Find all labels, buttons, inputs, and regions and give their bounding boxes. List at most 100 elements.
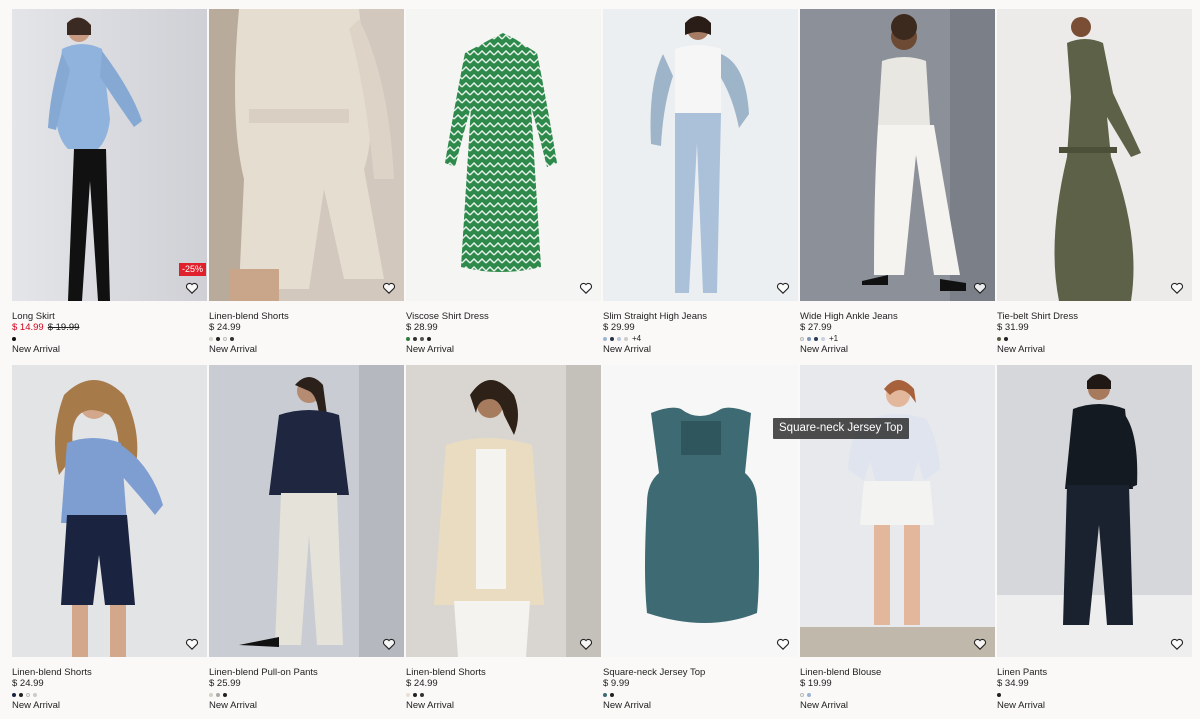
price-row: $ 28.99: [406, 322, 601, 333]
product-image[interactable]: [800, 365, 995, 657]
color-swatch[interactable]: [406, 336, 410, 341]
color-swatch[interactable]: [610, 692, 614, 697]
product-name[interactable]: Linen-blend Shorts: [209, 311, 404, 322]
product-image[interactable]: [997, 9, 1192, 301]
color-swatch[interactable]: [33, 692, 37, 697]
color-swatch[interactable]: [420, 692, 424, 697]
product-price: $ 19.99: [800, 678, 832, 689]
product-card[interactable]: Linen-blend Shorts $ 24.99 New Arrival: [209, 9, 404, 365]
product-name[interactable]: Linen-blend Shorts: [406, 667, 601, 678]
product-card[interactable]: -25% Long Skirt $ 14.99 $ 19.99 New Arrival: [12, 9, 207, 365]
product-card[interactable]: Linen-blend Shorts $ 24.99 New Arrival: [406, 365, 601, 719]
color-swatch[interactable]: [406, 692, 410, 697]
color-swatch[interactable]: [26, 692, 30, 697]
price-row: $ 24.99: [12, 678, 207, 689]
color-swatch[interactable]: [807, 692, 811, 697]
color-swatch[interactable]: [420, 336, 424, 341]
color-swatch[interactable]: [800, 692, 804, 697]
product-image[interactable]: [406, 365, 601, 657]
color-swatch[interactable]: [209, 336, 213, 341]
product-price: $ 28.99: [406, 322, 438, 333]
product-name[interactable]: Linen-blend Shorts: [12, 667, 207, 678]
color-swatch[interactable]: [209, 692, 213, 697]
heart-icon[interactable]: [382, 281, 396, 295]
product-image[interactable]: [800, 9, 995, 301]
product-image[interactable]: [209, 365, 404, 657]
product-card[interactable]: Linen-blend Pull-on Pants $ 25.99 New Arri…: [209, 365, 404, 719]
product-image[interactable]: [209, 9, 404, 301]
color-swatch[interactable]: [807, 336, 811, 341]
color-swatch[interactable]: [617, 336, 621, 341]
price-row: $ 9.99: [603, 678, 798, 689]
product-price: $ 24.99: [406, 678, 438, 689]
product-name[interactable]: Tie-belt Shirt Dress: [997, 311, 1192, 322]
color-swatches: [800, 690, 995, 699]
new-arrival-label: New Arrival: [603, 344, 652, 355]
color-swatch[interactable]: [814, 336, 818, 341]
product-image[interactable]: -25%: [12, 9, 207, 301]
color-swatch[interactable]: [624, 336, 628, 341]
product-name[interactable]: Linen-blend Pull-on Pants: [209, 667, 404, 678]
color-swatch[interactable]: [223, 336, 227, 341]
heart-icon[interactable]: [973, 637, 987, 651]
product-name[interactable]: Linen Pants: [997, 667, 1192, 678]
heart-icon[interactable]: [579, 637, 593, 651]
product-card[interactable]: Viscose Shirt Dress $ 28.99 New Arrival: [406, 9, 601, 365]
color-swatch[interactable]: [603, 336, 607, 341]
color-swatch[interactable]: [216, 692, 220, 697]
heart-icon[interactable]: [579, 281, 593, 295]
product-card[interactable]: Linen Pants $ 34.99 New Arrival: [997, 365, 1192, 719]
color-swatch[interactable]: [230, 336, 234, 341]
product-photo: [603, 9, 798, 301]
color-swatch[interactable]: [427, 336, 431, 341]
heart-icon[interactable]: [1170, 281, 1184, 295]
product-info: Linen-blend Blouse $ 19.99 New Arrival: [800, 657, 995, 711]
product-image[interactable]: [603, 365, 798, 657]
color-swatch[interactable]: [603, 692, 607, 697]
color-swatches: [603, 690, 798, 699]
product-name[interactable]: Long Skirt: [12, 311, 207, 322]
heart-icon[interactable]: [185, 637, 199, 651]
heart-icon[interactable]: [382, 637, 396, 651]
heart-icon[interactable]: [776, 637, 790, 651]
product-price: $ 25.99: [209, 678, 241, 689]
color-swatch[interactable]: [821, 336, 825, 341]
product-info: Viscose Shirt Dress $ 28.99 New Arrival: [406, 301, 601, 355]
color-swatches: [209, 690, 404, 699]
product-image[interactable]: [997, 365, 1192, 657]
product-card[interactable]: Linen-blend Shorts $ 24.99 New Arrival: [12, 365, 207, 719]
heart-icon[interactable]: [776, 281, 790, 295]
product-name[interactable]: Slim Straight High Jeans: [603, 311, 798, 322]
product-image[interactable]: [603, 9, 798, 301]
product-card[interactable]: Wide High Ankle Jeans $ 27.99 +1 New Arriva…: [800, 9, 995, 365]
product-name[interactable]: Wide High Ankle Jeans: [800, 311, 995, 322]
color-swatch[interactable]: [19, 692, 23, 697]
tooltip: Square-neck Jersey Top: [773, 418, 909, 439]
color-swatch[interactable]: [997, 692, 1001, 697]
color-swatch[interactable]: [1004, 336, 1008, 341]
heart-icon[interactable]: [1170, 637, 1184, 651]
product-name[interactable]: Square-neck Jersey Top: [603, 667, 798, 678]
color-swatch[interactable]: [997, 336, 1001, 341]
product-card[interactable]: Square-neck Jersey Top $ 9.99 New Arrival: [603, 365, 798, 719]
color-swatch[interactable]: [413, 336, 417, 341]
color-swatch[interactable]: [413, 692, 417, 697]
color-swatch[interactable]: [610, 336, 614, 341]
heart-icon[interactable]: [973, 281, 987, 295]
color-swatch[interactable]: [12, 692, 16, 697]
color-swatch[interactable]: [12, 336, 16, 341]
product-name[interactable]: Viscose Shirt Dress: [406, 311, 601, 322]
color-swatch[interactable]: [223, 692, 227, 697]
product-grid: -25% Long Skirt $ 14.99 $ 19.99 New Arrival …: [12, 9, 1192, 719]
price-row: $ 29.99: [603, 322, 798, 333]
product-card[interactable]: Tie-belt Shirt Dress $ 31.99 New Arrival: [997, 9, 1192, 365]
product-photo: [800, 9, 995, 301]
heart-icon[interactable]: [185, 281, 199, 295]
more-colors-count: +4: [632, 334, 642, 343]
product-card[interactable]: Slim Straight High Jeans $ 29.99 +4 New Arr…: [603, 9, 798, 365]
color-swatch[interactable]: [800, 336, 804, 341]
product-image[interactable]: [12, 365, 207, 657]
color-swatch[interactable]: [216, 336, 220, 341]
product-name[interactable]: Linen-blend Blouse: [800, 667, 995, 678]
product-image[interactable]: [406, 9, 601, 301]
